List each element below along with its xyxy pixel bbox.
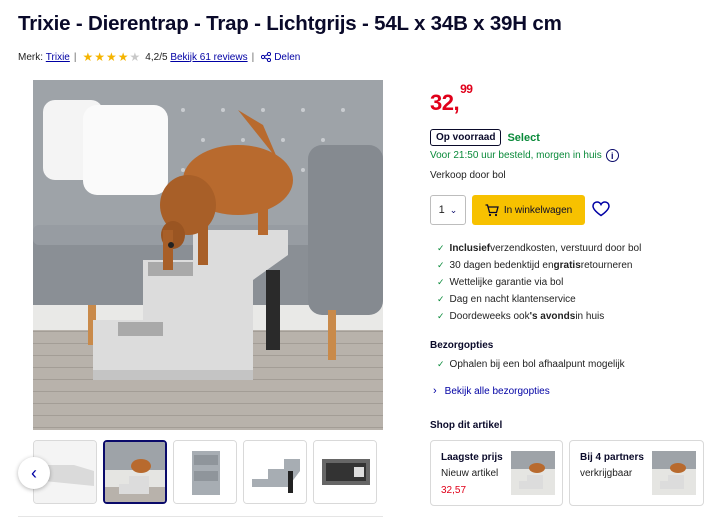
usp-item: ✓ Wettelijke garantie via bol [437,277,564,288]
chevron-left-icon: ‹ [31,462,37,483]
delivery-info: Voor 21:50 uur besteld, morgen in huis i [430,149,619,162]
usp-item: ✓ 30 dagen bedenktijd en gratis retourner… [437,260,633,271]
shipping-option-text: Ophalen bij een bol afhaalpunt mogelijk [449,359,625,370]
share-label: Delen [274,51,301,63]
offer-subtitle: verkrijgbaar [580,468,633,479]
chevron-right-icon: › [433,385,437,397]
usp-item: ✓ Dag en nacht klantenservice [437,294,576,305]
thumbnail-active[interactable] [103,440,167,504]
info-icon[interactable]: i [605,149,619,162]
offer-subtitle: Nieuw artikel [441,468,499,479]
star-icon: ★ [94,50,105,64]
check-icon: ✓ [437,294,445,304]
shipping-option: ✓ Ophalen bij een bol afhaalpunt mogelij… [437,359,625,370]
check-icon: ✓ [437,359,445,369]
seller-text: Verkoop door bol [430,170,506,181]
check-icon: ✓ [437,260,445,270]
product-meta-row: Merk: Trixie | ★ ★ ★ ★ ★ 4,2/5 Bekijk 61… [18,51,300,63]
thumbnail-strip [18,440,383,504]
offer-card-lowest-price[interactable]: Laagste prijs Nieuw artikel 32,57 [430,440,563,506]
usp-item: ✓ Doordeweeks ook 's avonds in huis [437,311,605,322]
share-icon [261,52,272,62]
usp-list: ✓ Inclusief verzendkosten, verstuurd door… [437,240,641,325]
check-icon: ✓ [437,243,445,253]
product-title: Trixie - Dierentrap - Trap - Lichtgrijs … [18,12,562,35]
product-main-image[interactable] [33,80,383,430]
offer-title: Bij 4 partners [580,452,644,463]
usp-item: ✓ Inclusief verzendkosten, verstuurd door… [437,243,642,254]
heart-icon[interactable] [592,201,610,217]
star-icon: ★ [129,50,141,64]
check-icon: ✓ [437,311,445,321]
price-main: 32, [430,90,460,115]
share-button[interactable]: Delen [261,52,300,63]
brand-label: Merk: [18,51,43,63]
shop-heading: Shop dit artikel [430,420,503,431]
divider: | [251,51,255,63]
rating-stars: ★ ★ ★ ★ ★ [82,51,141,63]
star-icon: ★ [106,50,117,64]
price: 32,99 [430,82,473,116]
all-shipping-options-link[interactable]: › Bekijk alle bezorgopties [433,385,550,397]
check-icon: ✓ [437,277,445,287]
offer-price: 32,57 [441,485,467,496]
quantity-value: 1 [438,204,445,216]
cart-button-label: In winkelwagen [503,204,573,216]
stock-badge: Op voorraad [430,129,502,146]
shipping-heading: Bezorgopties [430,340,494,351]
star-icon: ★ [117,50,129,64]
all-shipping-options-label: Bekijk alle bezorgopties [444,385,550,397]
offer-card-partners[interactable]: Bij 4 partners verkrijgbaar [569,440,704,506]
star-icon: ★ [82,50,94,64]
divider: | [73,51,77,63]
thumbnail[interactable] [243,440,307,504]
add-to-cart-button[interactable]: In winkelwagen [472,195,585,225]
divider [18,516,383,517]
offer-image [511,451,555,495]
cart-icon [485,203,499,216]
select-label: Select [507,131,540,144]
chevron-down-icon: ⌄ [449,204,458,215]
quantity-select[interactable]: 1 ⌄ [430,195,466,225]
stock-row: Op voorraad Select [430,129,540,146]
rating-text: 4,2/5 [145,51,168,63]
brand-link[interactable]: Trixie [46,52,70,63]
thumbnail[interactable] [173,440,237,504]
offer-title: Laagste prijs [441,452,503,463]
reviews-link[interactable]: Bekijk 61 reviews [170,52,247,63]
gallery-prev-button[interactable]: ‹ [18,457,50,489]
delivery-text: Voor 21:50 uur besteld, morgen in huis [430,150,602,161]
offer-image [652,451,696,495]
thumbnail[interactable] [313,440,377,504]
price-cents: 99 [460,81,473,96]
